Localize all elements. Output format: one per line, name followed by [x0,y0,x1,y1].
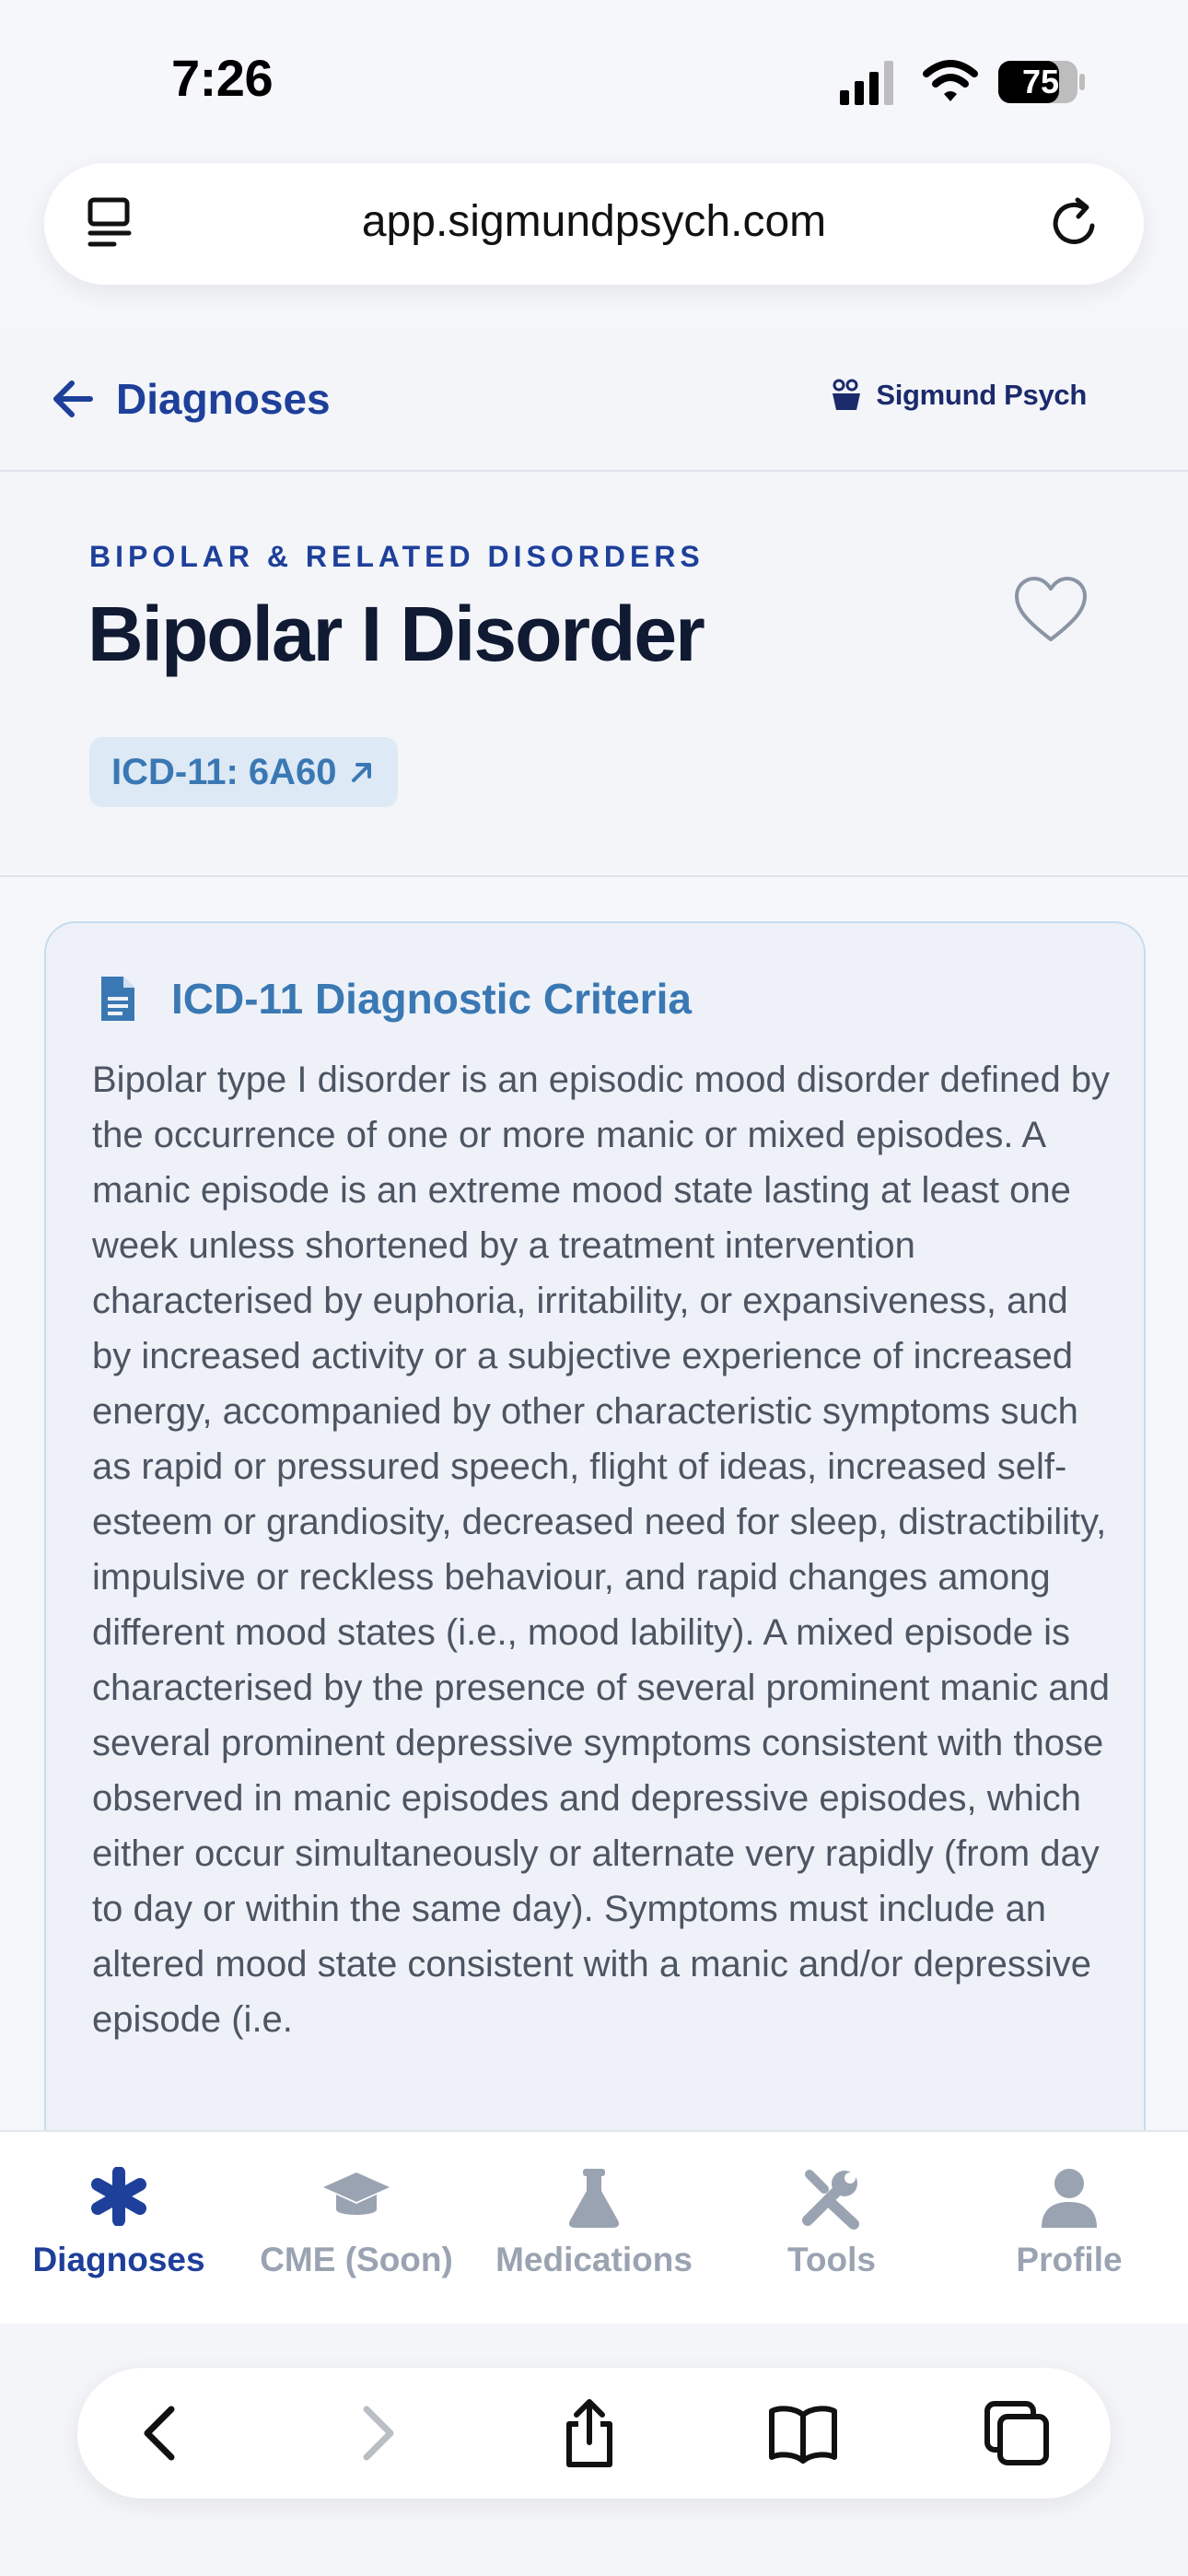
chevron-left-icon [144,2406,175,2461]
tab-bar: Diagnoses CME (Soon) Medications Tools P… [0,2130,1188,2325]
browser-back-button[interactable] [125,2396,199,2470]
wifi-icon [923,60,978,101]
tab-profile[interactable]: Profile [950,2132,1188,2325]
chevron-right-icon [363,2406,394,2461]
tab-diagnoses[interactable]: Diagnoses [0,2132,238,2325]
diagnosis-header: BIPOLAR & RELATED DISORDERS Bipolar I Di… [0,472,1188,877]
tabs-button[interactable] [980,2396,1054,2470]
diagnosis-category: BIPOLAR & RELATED DISORDERS [89,540,705,573]
criteria-text: Bipolar type I disorder is an episodic m… [92,1060,1111,2040]
arrow-left-icon [53,381,93,417]
bookmarks-button[interactable] [766,2396,840,2470]
favorite-button[interactable] [1013,575,1089,645]
criteria-title: ICD-11 Diagnostic Criteria [171,975,692,1023]
flask-icon [568,2169,620,2228]
share-icon [566,2399,612,2467]
icd-code-label: ICD-11: 6A60 [111,751,337,792]
status-time: 7:26 [171,49,274,107]
status-icons: 75 [840,57,1089,107]
criteria-heading: ICD-11 Diagnostic Criteria [98,973,692,1025]
tab-medications[interactable]: Medications [475,2132,713,2325]
back-to-diagnoses-link[interactable]: Diagnoses [50,371,331,427]
tabs-icon [984,2401,1049,2465]
tab-label: Profile [1016,2241,1123,2278]
document-icon [101,977,134,1021]
asterisk-icon [91,2167,146,2226]
tab-label: Tools [787,2241,876,2278]
tab-label: CME (Soon) [260,2241,453,2278]
reload-icon[interactable] [1046,193,1105,252]
icd-code-link[interactable]: ICD-11: 6A60 [89,737,398,807]
tab-label: Diagnoses [32,2241,205,2278]
heart-icon [1015,577,1087,641]
tools-icon [802,2170,859,2230]
criteria-card: ICD-11 Diagnostic Criteria Bipolar type … [44,921,1146,2215]
browser-forward-button[interactable] [339,2396,413,2470]
tab-cme[interactable]: CME (Soon) [238,2132,475,2325]
page-title: Bipolar I Disorder [87,591,705,677]
address-bar[interactable]: app.sigmundpsych.com [44,163,1144,285]
share-button[interactable] [553,2396,626,2470]
brand-logo: Sigmund Psych [828,377,1087,414]
battery-level: 75 [1021,63,1060,100]
graduation-cap-icon [323,2172,390,2215]
back-label: Diagnoses [116,375,331,423]
tab-tools[interactable]: Tools [713,2132,950,2325]
arrow-up-right-icon [351,763,371,782]
browser-toolbar [77,2368,1111,2499]
page-nav: Diagnoses Sigmund Psych [0,327,1188,472]
url-text[interactable]: app.sigmundpsych.com [44,196,1144,247]
person-icon [1042,2169,1097,2228]
sigmund-logo-icon [833,379,861,410]
book-icon [769,2406,837,2464]
tab-label: Medications [495,2241,693,2278]
brand-name: Sigmund Psych [876,379,1087,411]
